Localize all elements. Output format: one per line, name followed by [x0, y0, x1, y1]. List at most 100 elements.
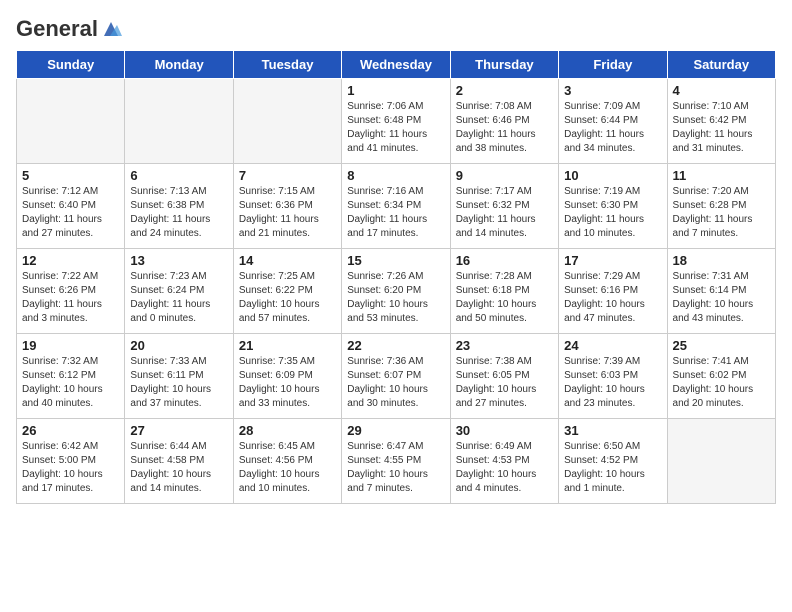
day-number: 10 — [564, 168, 661, 183]
day-info: Sunrise: 7:39 AM Sunset: 6:03 PM Dayligh… — [564, 355, 661, 411]
calendar-cell: 26 Sunrise: 6:42 AM Sunset: 5:00 PM Dayli… — [17, 419, 125, 504]
calendar-cell: 22 Sunrise: 7:36 AM Sunset: 6:07 PM Dayli… — [342, 334, 450, 419]
day-info: Sunrise: 7:29 AM Sunset: 6:16 PM Dayligh… — [564, 270, 661, 326]
calendar-cell: 23 Sunrise: 7:38 AM Sunset: 6:05 PM Dayli… — [450, 334, 558, 419]
day-info: Sunrise: 7:38 AM Sunset: 6:05 PM Dayligh… — [456, 355, 553, 411]
weekday-tuesday: Tuesday — [233, 51, 341, 79]
week-row-4: 19 Sunrise: 7:32 AM Sunset: 6:12 PM Dayli… — [17, 334, 776, 419]
day-number: 26 — [22, 423, 119, 438]
logo: General — [16, 16, 122, 38]
calendar-cell: 31Sunrise: 6:50 AM Sunset: 4:52 PM Dayli… — [559, 419, 667, 504]
day-info: Sunrise: 7:28 AM Sunset: 6:18 PM Dayligh… — [456, 270, 553, 326]
day-number: 12 — [22, 253, 119, 268]
page-header: General — [16, 16, 776, 38]
calendar-cell: 1 Sunrise: 7:06 AM Sunset: 6:48 PM Daylig… — [342, 79, 450, 164]
day-info: Sunrise: 7:12 AM Sunset: 6:40 PM Dayligh… — [22, 185, 119, 241]
day-number: 14 — [239, 253, 336, 268]
day-number: 20 — [130, 338, 227, 353]
day-info: Sunrise: 7:32 AM Sunset: 6:12 PM Dayligh… — [22, 355, 119, 411]
calendar-cell: 9 Sunrise: 7:17 AM Sunset: 6:32 PM Daylig… — [450, 164, 558, 249]
day-number: 18 — [673, 253, 770, 268]
day-number: 31 — [564, 423, 661, 438]
calendar-cell: 14 Sunrise: 7:25 AM Sunset: 6:22 PM Dayli… — [233, 249, 341, 334]
calendar-cell: 16 Sunrise: 7:28 AM Sunset: 6:18 PM Dayli… — [450, 249, 558, 334]
day-number: 9 — [456, 168, 553, 183]
day-number: 8 — [347, 168, 444, 183]
calendar-cell: 24Sunrise: 7:39 AM Sunset: 6:03 PM Dayli… — [559, 334, 667, 419]
calendar-cell: 27 Sunrise: 6:44 AM Sunset: 4:58 PM Dayli… — [125, 419, 233, 504]
day-info: Sunrise: 7:33 AM Sunset: 6:11 PM Dayligh… — [130, 355, 227, 411]
day-info: Sunrise: 7:22 AM Sunset: 6:26 PM Dayligh… — [22, 270, 119, 326]
day-info: Sunrise: 7:36 AM Sunset: 6:07 PM Dayligh… — [347, 355, 444, 411]
day-number: 27 — [130, 423, 227, 438]
weekday-thursday: Thursday — [450, 51, 558, 79]
weekday-saturday: Saturday — [667, 51, 775, 79]
calendar-cell: 11 Sunrise: 7:20 AM Sunset: 6:28 PM Dayli… — [667, 164, 775, 249]
calendar-body: 1 Sunrise: 7:06 AM Sunset: 6:48 PM Daylig… — [17, 79, 776, 504]
calendar-cell: 25 Sunrise: 7:41 AM Sunset: 6:02 PM Dayli… — [667, 334, 775, 419]
day-number: 3 — [564, 83, 661, 98]
day-info: Sunrise: 7:25 AM Sunset: 6:22 PM Dayligh… — [239, 270, 336, 326]
day-info: Sunrise: 6:44 AM Sunset: 4:58 PM Dayligh… — [130, 440, 227, 496]
day-info: Sunrise: 7:35 AM Sunset: 6:09 PM Dayligh… — [239, 355, 336, 411]
day-number: 28 — [239, 423, 336, 438]
day-info: Sunrise: 7:15 AM Sunset: 6:36 PM Dayligh… — [239, 185, 336, 241]
day-number: 6 — [130, 168, 227, 183]
week-row-2: 5Sunrise: 7:12 AM Sunset: 6:40 PM Daylig… — [17, 164, 776, 249]
day-info: Sunrise: 7:23 AM Sunset: 6:24 PM Dayligh… — [130, 270, 227, 326]
calendar-cell: 3 Sunrise: 7:09 AM Sunset: 6:44 PM Daylig… — [559, 79, 667, 164]
calendar-cell: 28 Sunrise: 6:45 AM Sunset: 4:56 PM Dayli… — [233, 419, 341, 504]
day-info: Sunrise: 6:45 AM Sunset: 4:56 PM Dayligh… — [239, 440, 336, 496]
calendar-cell: 13Sunrise: 7:23 AM Sunset: 6:24 PM Dayli… — [125, 249, 233, 334]
day-info: Sunrise: 6:42 AM Sunset: 5:00 PM Dayligh… — [22, 440, 119, 496]
day-number: 22 — [347, 338, 444, 353]
calendar-cell: 17 Sunrise: 7:29 AM Sunset: 6:16 PM Dayli… — [559, 249, 667, 334]
calendar-cell: 30Sunrise: 6:49 AM Sunset: 4:53 PM Dayli… — [450, 419, 558, 504]
calendar-cell: 18 Sunrise: 7:31 AM Sunset: 6:14 PM Dayli… — [667, 249, 775, 334]
calendar-cell — [17, 79, 125, 164]
weekday-header-row: SundayMondayTuesdayWednesdayThursdayFrid… — [17, 51, 776, 79]
day-number: 23 — [456, 338, 553, 353]
weekday-wednesday: Wednesday — [342, 51, 450, 79]
day-number: 25 — [673, 338, 770, 353]
calendar-cell: 8 Sunrise: 7:16 AM Sunset: 6:34 PM Daylig… — [342, 164, 450, 249]
day-info: Sunrise: 7:31 AM Sunset: 6:14 PM Dayligh… — [673, 270, 770, 326]
day-number: 1 — [347, 83, 444, 98]
calendar-cell — [125, 79, 233, 164]
day-info: Sunrise: 6:49 AM Sunset: 4:53 PM Dayligh… — [456, 440, 553, 496]
day-info: Sunrise: 7:17 AM Sunset: 6:32 PM Dayligh… — [456, 185, 553, 241]
day-number: 11 — [673, 168, 770, 183]
calendar-cell: 20 Sunrise: 7:33 AM Sunset: 6:11 PM Dayli… — [125, 334, 233, 419]
calendar-cell: 4Sunrise: 7:10 AM Sunset: 6:42 PM Daylig… — [667, 79, 775, 164]
week-row-3: 12 Sunrise: 7:22 AM Sunset: 6:26 PM Dayli… — [17, 249, 776, 334]
day-info: Sunrise: 6:47 AM Sunset: 4:55 PM Dayligh… — [347, 440, 444, 496]
day-number: 19 — [22, 338, 119, 353]
day-info: Sunrise: 7:08 AM Sunset: 6:46 PM Dayligh… — [456, 100, 553, 156]
calendar-cell: 2 Sunrise: 7:08 AM Sunset: 6:46 PM Daylig… — [450, 79, 558, 164]
calendar-cell: 6 Sunrise: 7:13 AM Sunset: 6:38 PM Daylig… — [125, 164, 233, 249]
weekday-monday: Monday — [125, 51, 233, 79]
logo-icon — [100, 18, 122, 40]
calendar-cell: 7 Sunrise: 7:15 AM Sunset: 6:36 PM Daylig… — [233, 164, 341, 249]
day-number: 17 — [564, 253, 661, 268]
calendar-cell: 12 Sunrise: 7:22 AM Sunset: 6:26 PM Dayli… — [17, 249, 125, 334]
day-info: Sunrise: 7:13 AM Sunset: 6:38 PM Dayligh… — [130, 185, 227, 241]
day-info: Sunrise: 7:41 AM Sunset: 6:02 PM Dayligh… — [673, 355, 770, 411]
day-info: Sunrise: 7:09 AM Sunset: 6:44 PM Dayligh… — [564, 100, 661, 156]
calendar-cell — [667, 419, 775, 504]
day-number: 7 — [239, 168, 336, 183]
calendar-cell: 15Sunrise: 7:26 AM Sunset: 6:20 PM Dayli… — [342, 249, 450, 334]
day-number: 21 — [239, 338, 336, 353]
day-info: Sunrise: 7:19 AM Sunset: 6:30 PM Dayligh… — [564, 185, 661, 241]
day-number: 29 — [347, 423, 444, 438]
week-row-1: 1 Sunrise: 7:06 AM Sunset: 6:48 PM Daylig… — [17, 79, 776, 164]
calendar-cell: 10 Sunrise: 7:19 AM Sunset: 6:30 PM Dayli… — [559, 164, 667, 249]
day-info: Sunrise: 7:16 AM Sunset: 6:34 PM Dayligh… — [347, 185, 444, 241]
day-number: 2 — [456, 83, 553, 98]
weekday-friday: Friday — [559, 51, 667, 79]
day-number: 15 — [347, 253, 444, 268]
day-info: Sunrise: 7:06 AM Sunset: 6:48 PM Dayligh… — [347, 100, 444, 156]
calendar-cell: 21 Sunrise: 7:35 AM Sunset: 6:09 PM Dayli… — [233, 334, 341, 419]
day-number: 16 — [456, 253, 553, 268]
day-info: Sunrise: 7:20 AM Sunset: 6:28 PM Dayligh… — [673, 185, 770, 241]
